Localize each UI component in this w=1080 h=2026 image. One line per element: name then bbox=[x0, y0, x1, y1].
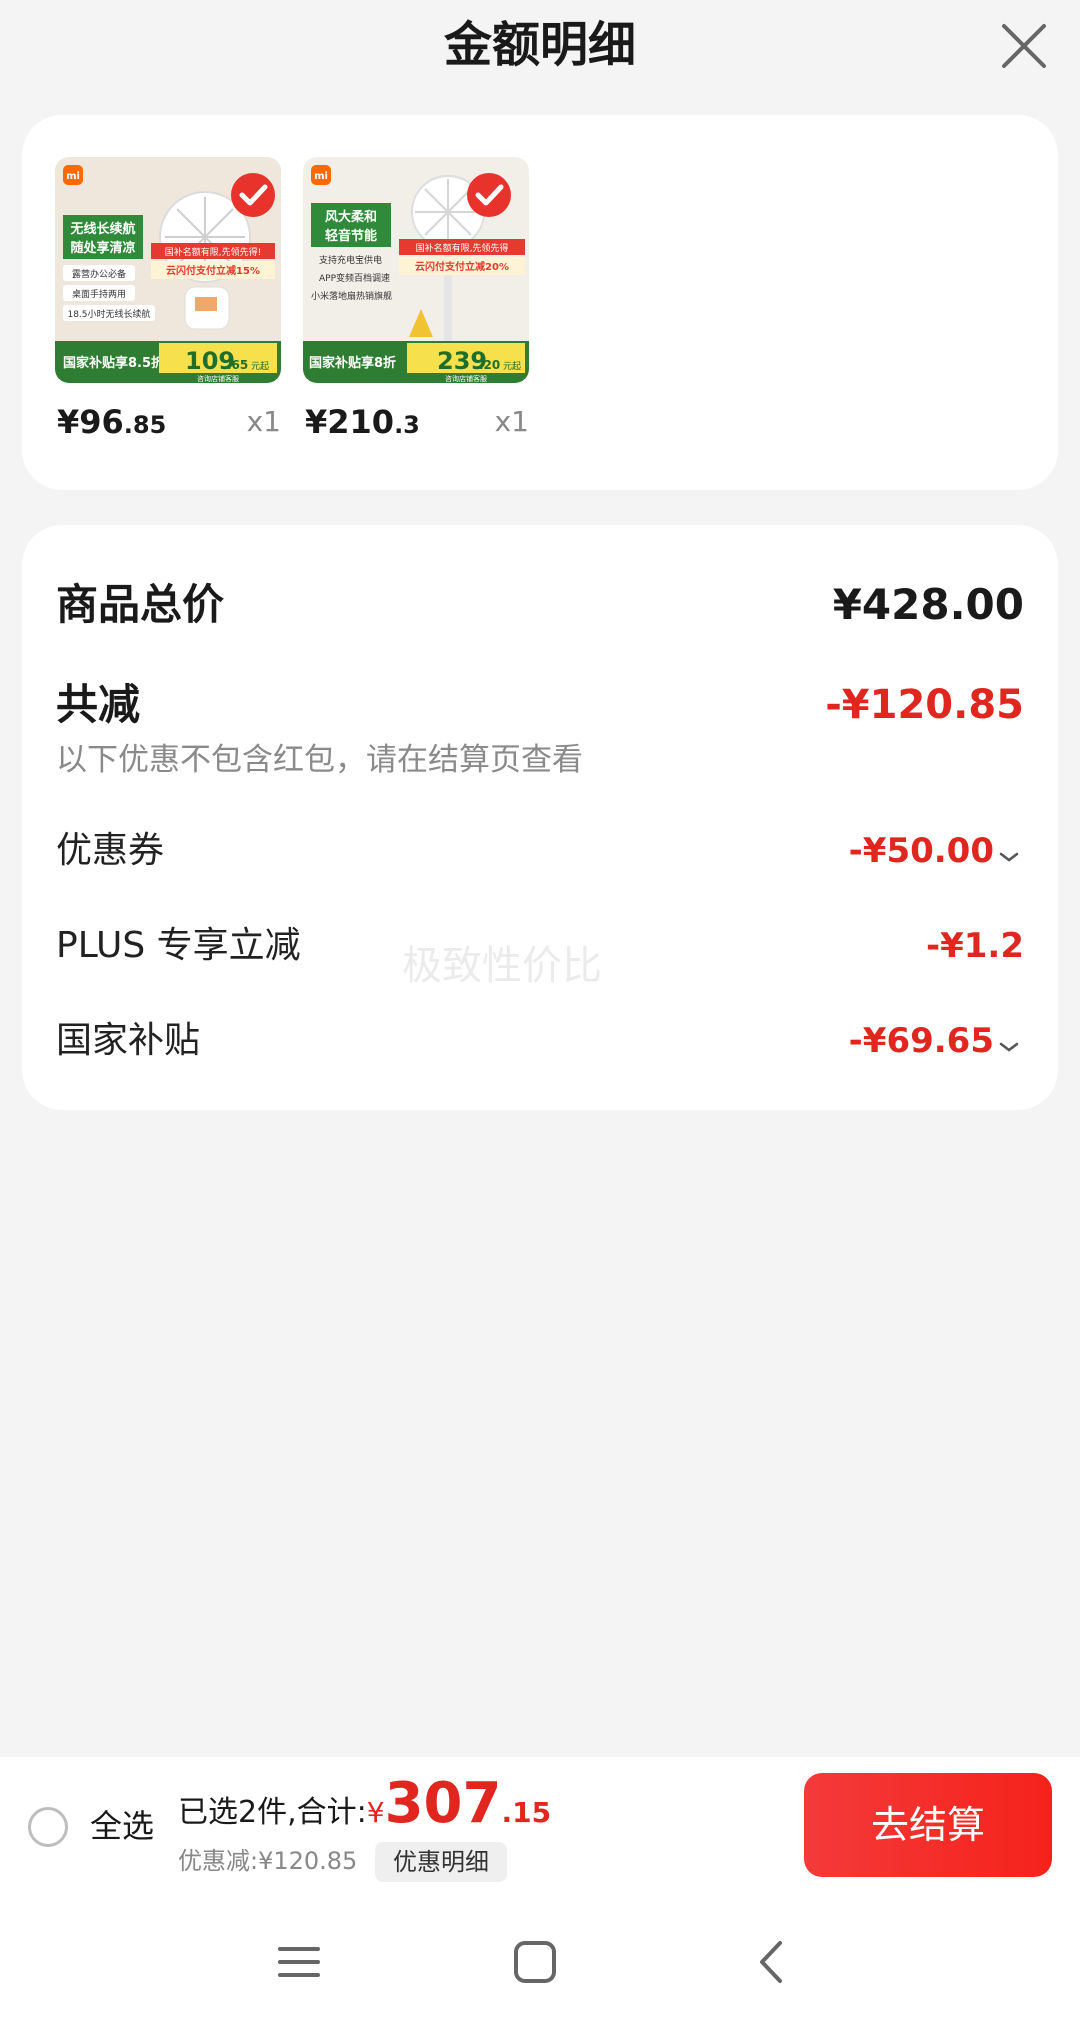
total-reduce-label: 共减 bbox=[56, 680, 141, 729]
discount-detail-button[interactable]: 优惠明细 bbox=[375, 1842, 507, 1882]
coupon-row[interactable]: 优惠券 -¥50.00 bbox=[56, 823, 1024, 879]
total-amount: 307 bbox=[384, 1771, 502, 1836]
coupon-label: 优惠券 bbox=[56, 830, 165, 871]
image-headline-1: 无线长续航 bbox=[69, 221, 135, 237]
svg-text:mi: mi bbox=[66, 171, 80, 182]
product-item[interactable]: mi 风大柔和 轻音节能 支持充电宝供电 APP变频百档调速 小米落地扇热销旗舰… bbox=[303, 157, 529, 441]
page-title: 金额明细 bbox=[443, 17, 636, 73]
subsidy-value: -¥69.65 bbox=[848, 1021, 994, 1061]
product-image: mi 风大柔和 轻音节能 支持充电宝供电 APP变频百档调速 小米落地扇热销旗舰… bbox=[303, 157, 529, 383]
product-qty: x1 bbox=[246, 405, 281, 438]
product-price: ¥96.85 bbox=[57, 403, 167, 441]
chevron-down-icon bbox=[998, 825, 1024, 881]
subsidy-label: 国家补贴 bbox=[56, 1020, 201, 1061]
image-headline-1: 风大柔和 bbox=[325, 209, 377, 225]
image-bottom-left: 国家补贴享8.5折 bbox=[63, 355, 164, 371]
image-bottom-unit: 元起 bbox=[503, 361, 521, 372]
menu-icon[interactable] bbox=[274, 1937, 324, 1987]
checkout-button[interactable]: 去结算 bbox=[804, 1773, 1052, 1877]
image-banner: 国补名额有限,先领先得 bbox=[416, 242, 509, 254]
image-feature: 桌面手持两用 bbox=[72, 288, 126, 300]
subsidy-row[interactable]: 国家补贴 -¥69.65 bbox=[56, 1013, 1024, 1069]
image-bottom-unit: 元起 bbox=[251, 361, 269, 372]
total-price-value: ¥428.00 bbox=[832, 580, 1024, 629]
selected-total: 已选2件,合计:¥307.15 bbox=[178, 1771, 552, 1836]
image-bottom-note: 咨询店铺客服 bbox=[197, 374, 239, 383]
chevron-down-icon bbox=[998, 1015, 1024, 1071]
image-feature: APP变频百档调速 bbox=[319, 272, 390, 284]
close-icon[interactable] bbox=[996, 18, 1052, 74]
image-bottom-left: 国家补贴享8折 bbox=[309, 355, 396, 371]
svg-text:mi: mi bbox=[314, 171, 328, 182]
image-bottom-price-dec: .65 bbox=[227, 358, 248, 372]
image-feature: 18.5小时无线长续航 bbox=[67, 308, 150, 320]
image-feature: 支持充电宝供电 bbox=[319, 254, 382, 266]
image-feature: 小米落地扇热销旗舰 bbox=[311, 290, 392, 302]
watermark: 极致性价比 bbox=[402, 943, 602, 989]
system-nav-bar bbox=[0, 1897, 1080, 2026]
product-item[interactable]: mi 无线长续航 随处享清凉 露营办公必备 桌面手持两用 18.5小时无线长续航 bbox=[55, 157, 281, 441]
product-price: ¥210.3 bbox=[305, 403, 420, 441]
image-feature: 露营办公必备 bbox=[72, 268, 126, 280]
products-card: mi 无线长续航 随处享清凉 露营办公必备 桌面手持两用 18.5小时无线长续航 bbox=[22, 115, 1058, 490]
discount-note: 以下优惠不包含红包，请在结算页查看 bbox=[56, 742, 583, 778]
home-icon[interactable] bbox=[510, 1937, 560, 1987]
image-bottom-note: 咨询店铺客服 bbox=[445, 374, 487, 383]
plus-discount-value: -¥1.2 bbox=[926, 926, 1024, 966]
image-promo: 云闪付支付立减15% bbox=[166, 264, 260, 277]
image-promo: 云闪付支付立减20% bbox=[415, 260, 509, 273]
coupon-value: -¥50.00 bbox=[848, 831, 994, 871]
image-headline-2: 轻音节能 bbox=[325, 228, 377, 244]
product-qty: x1 bbox=[494, 405, 529, 438]
select-all-label[interactable]: 全选 bbox=[90, 1803, 154, 1849]
discount-amount: 优惠减:¥120.85 bbox=[178, 1847, 358, 1875]
image-banner: 国补名额有限,先领先得! bbox=[165, 246, 261, 258]
total-price-label: 商品总价 bbox=[56, 580, 225, 629]
back-icon[interactable] bbox=[746, 1937, 796, 1987]
image-headline-2: 随处享清凉 bbox=[70, 240, 135, 256]
select-all-radio[interactable] bbox=[28, 1807, 68, 1847]
total-reduce-row: 共减 -¥120.85 bbox=[56, 675, 1024, 735]
total-reduce-value: -¥120.85 bbox=[825, 682, 1024, 728]
image-bottom-price-dec: .20 bbox=[479, 358, 500, 372]
header: 金额明细 bbox=[0, 0, 1080, 100]
product-image: mi 无线长续航 随处享清凉 露营办公必备 桌面手持两用 18.5小时无线长续航 bbox=[55, 157, 281, 383]
plus-discount-label: PLUS 专享立减 bbox=[56, 925, 301, 966]
total-price-row: 商品总价 ¥428.00 bbox=[56, 575, 1024, 635]
checkout-bar: 全选 已选2件,合计:¥307.15 优惠减:¥120.85 优惠明细 去结算 bbox=[0, 1757, 1080, 1897]
price-summary-card: 商品总价 ¥428.00 共减 -¥120.85 以下优惠不包含红包，请在结算页… bbox=[22, 525, 1058, 1110]
